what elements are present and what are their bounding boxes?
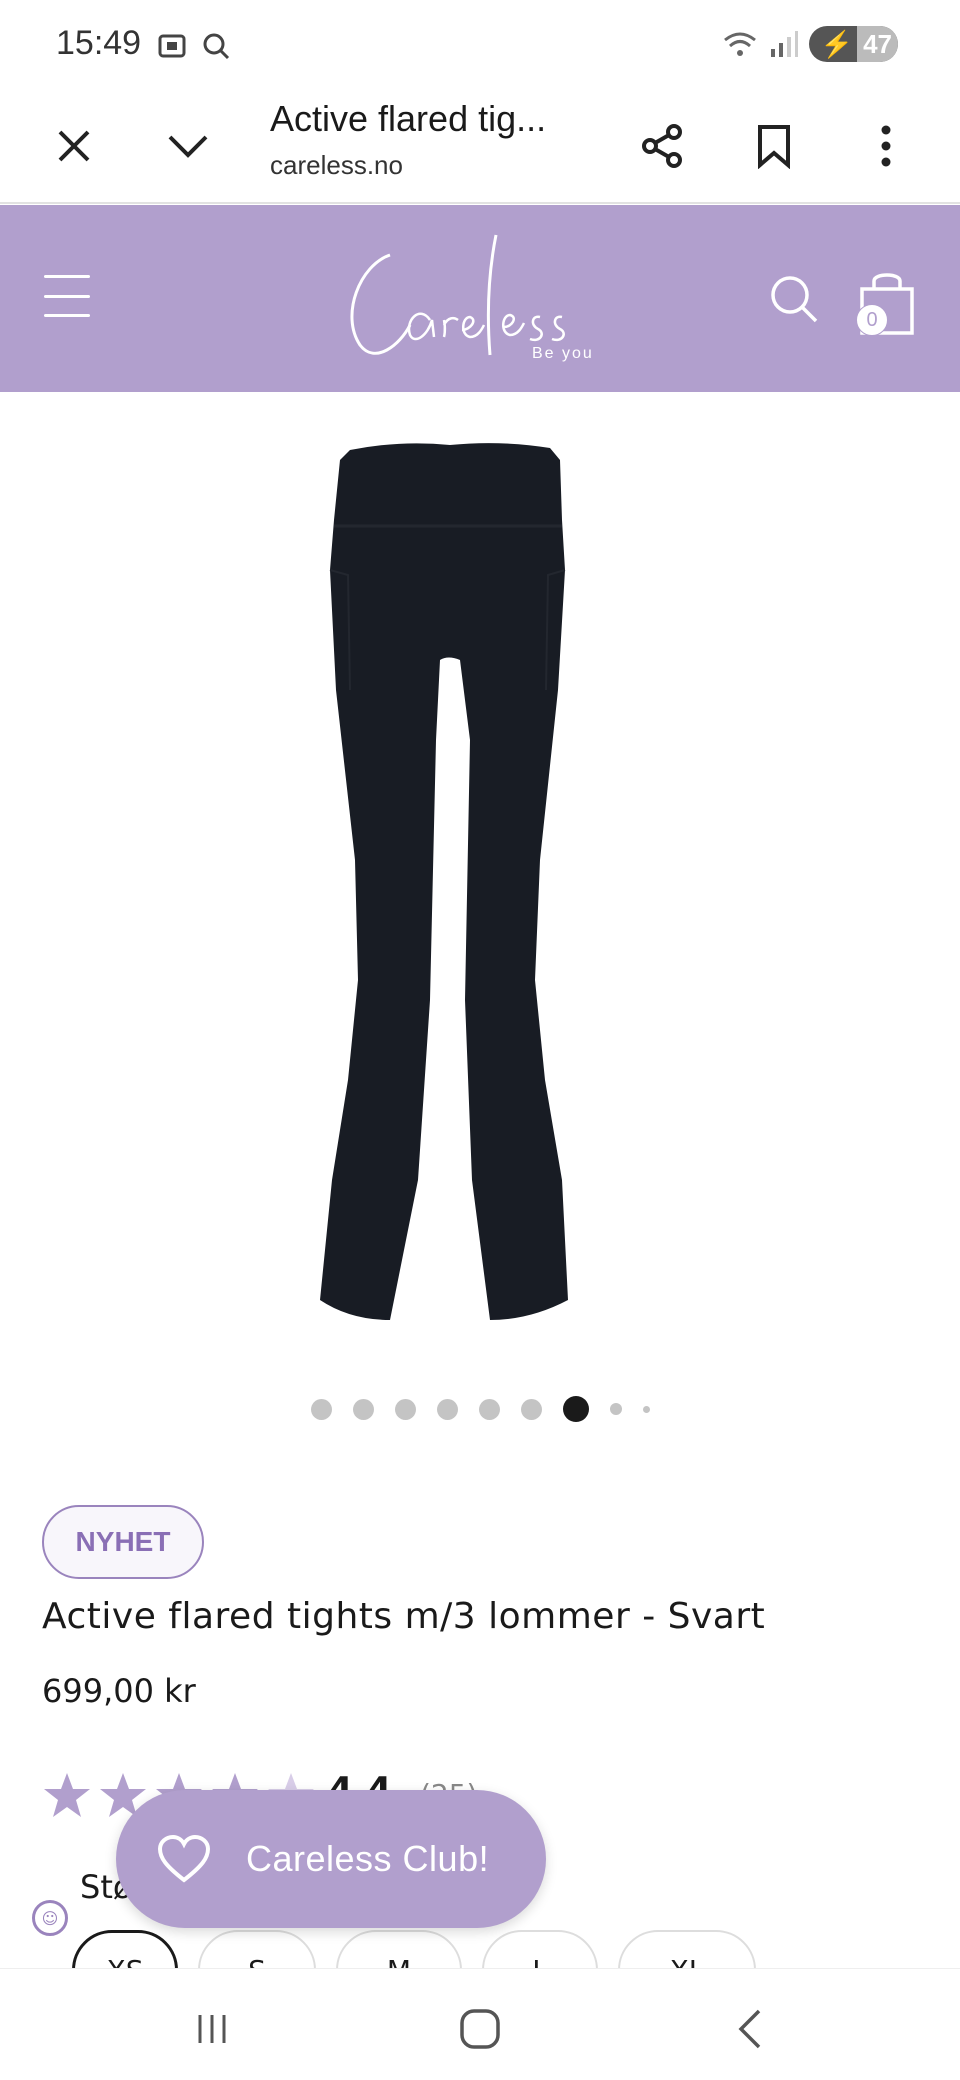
menu-icon-line xyxy=(44,294,90,298)
close-button[interactable] xyxy=(36,108,112,184)
battery-level: 47 xyxy=(857,26,898,62)
recent-apps-button[interactable] xyxy=(182,1999,242,2059)
page-title[interactable]: Active flared tig... xyxy=(270,98,546,140)
recent-apps-icon xyxy=(198,2015,226,2043)
back-icon xyxy=(738,2009,761,2049)
carousel-dot-active[interactable] xyxy=(562,1396,589,1422)
star-icon xyxy=(44,1773,90,1817)
new-badge: NYHET xyxy=(42,1505,204,1579)
chevron-down-icon xyxy=(168,135,208,158)
careless-club-label: Careless Club! xyxy=(246,1838,490,1879)
page-domain[interactable]: careless.no xyxy=(270,150,403,181)
carousel-dot[interactable] xyxy=(642,1405,650,1413)
carousel-dot[interactable] xyxy=(394,1398,416,1420)
more-vert-icon xyxy=(881,125,891,167)
collapse-button[interactable] xyxy=(150,108,226,184)
bookmark-icon xyxy=(758,125,790,169)
home-icon xyxy=(460,2009,500,2049)
product-image[interactable] xyxy=(300,440,640,1340)
share-button[interactable] xyxy=(624,108,700,184)
status-icons-right: ⚡ 47 xyxy=(721,26,898,62)
screenshot-icon xyxy=(158,34,186,58)
carousel-dot[interactable] xyxy=(352,1398,374,1420)
carousel-dot[interactable] xyxy=(436,1398,458,1420)
signal-icon xyxy=(770,31,798,57)
product-price: 699,00 kr xyxy=(42,1672,196,1710)
back-button[interactable] xyxy=(720,1999,780,2059)
careless-club-button[interactable]: Careless Club! xyxy=(116,1790,546,1928)
menu-button[interactable] xyxy=(44,275,90,317)
search-icon[interactable] xyxy=(766,271,822,327)
chat-widget-icon[interactable]: ☺ xyxy=(32,1900,68,1936)
carousel-dot[interactable] xyxy=(609,1403,622,1415)
home-button[interactable] xyxy=(450,1999,510,2059)
system-nav-bar xyxy=(0,1968,960,2080)
bookmark-button[interactable] xyxy=(736,108,812,184)
wifi-icon xyxy=(723,32,756,56)
site-header: Be you xyxy=(0,205,960,392)
menu-icon-line xyxy=(44,275,90,278)
menu-icon-line xyxy=(44,314,90,317)
close-icon xyxy=(58,130,90,162)
product-title: Active flared tights m/3 lommer - Svart xyxy=(42,1596,766,1637)
carousel-dots xyxy=(0,1396,960,1422)
carousel-dot[interactable] xyxy=(478,1398,500,1420)
status-icons-left xyxy=(156,30,232,62)
browser-toolbar: Active flared tig... careless.no xyxy=(0,90,960,204)
battery-indicator: ⚡ 47 xyxy=(808,26,898,62)
battery-icon: ⚡ xyxy=(820,28,854,59)
more-options-button[interactable] xyxy=(848,108,924,184)
carousel-dot[interactable] xyxy=(520,1398,542,1420)
share-icon xyxy=(642,124,682,168)
logo-tagline: Be you xyxy=(532,345,594,362)
carousel-dot[interactable] xyxy=(310,1398,332,1420)
search-status-icon xyxy=(203,33,230,60)
status-bar: 15:49 ⚡ 47 xyxy=(0,0,960,90)
status-time: 15:49 xyxy=(56,24,142,62)
heart-icon xyxy=(157,1834,211,1883)
cart-count-badge: 0 xyxy=(856,304,888,336)
